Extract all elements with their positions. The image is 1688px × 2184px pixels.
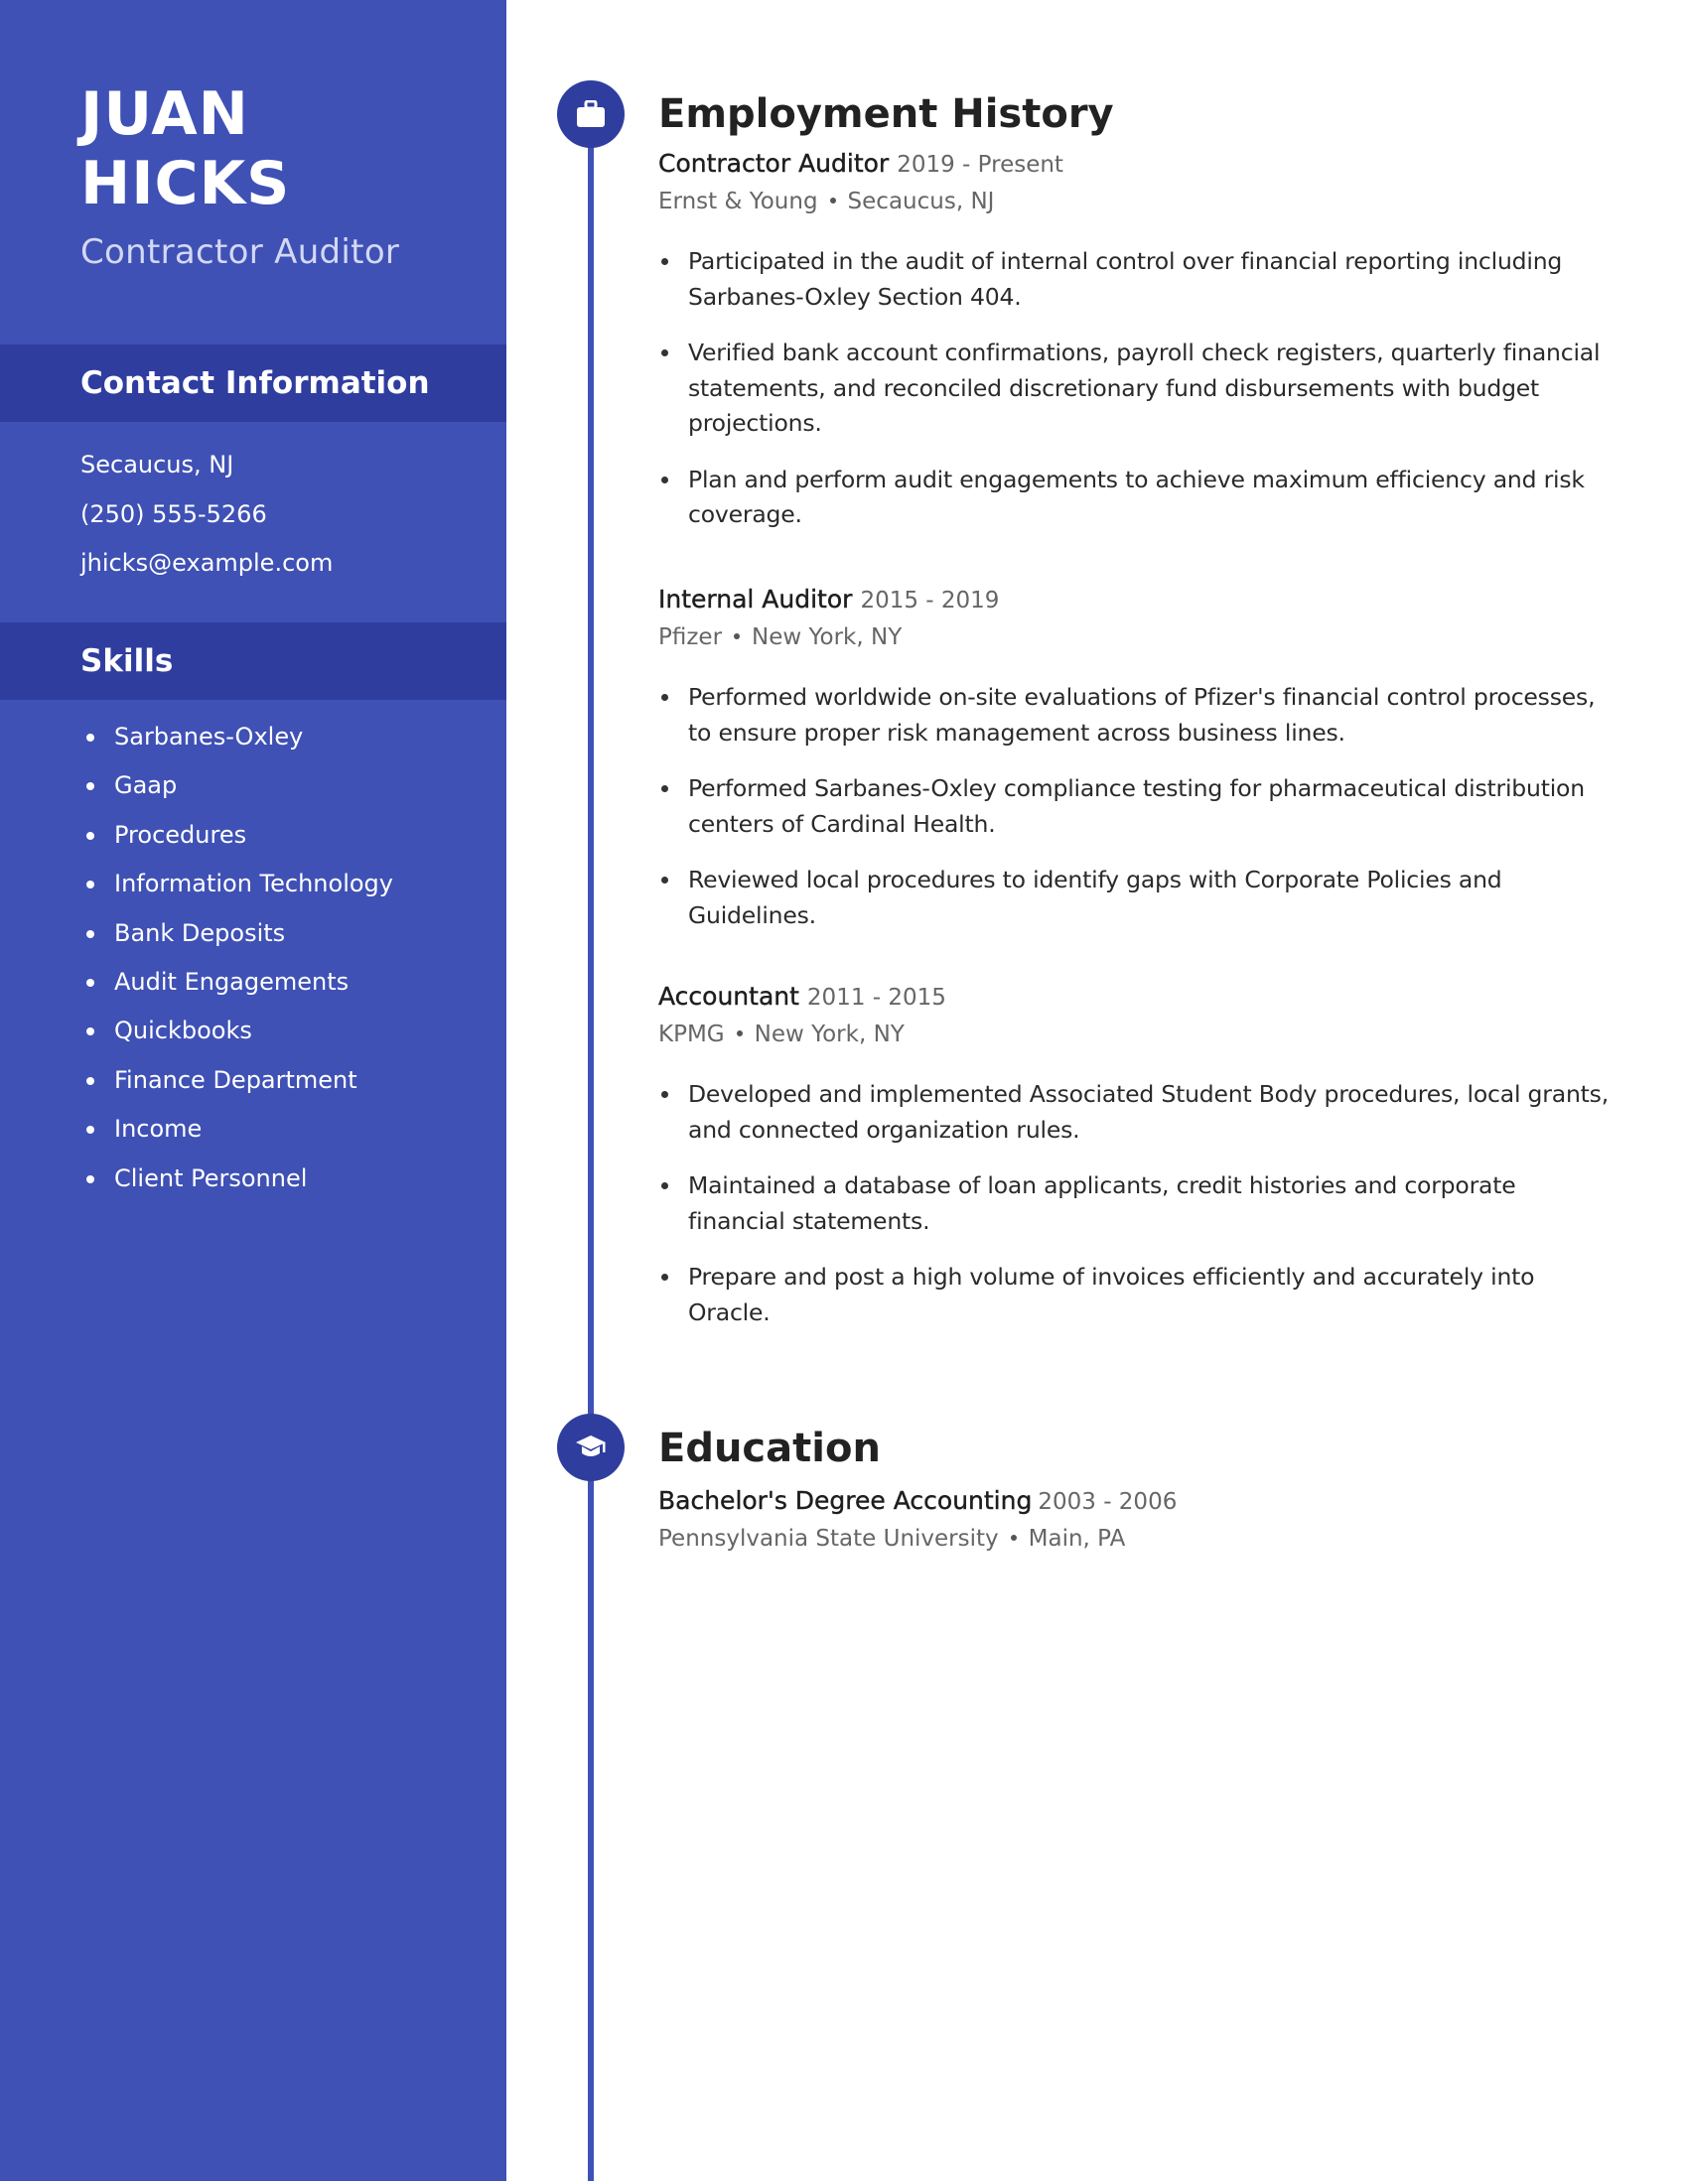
job-bullet: Maintained a database of loan applicants…: [658, 1168, 1612, 1239]
job-bullet: Plan and perform audit engagements to ac…: [658, 463, 1612, 533]
job-dates: 2015 - 2019: [860, 588, 1000, 614]
headline: Contractor Auditor: [80, 232, 400, 272]
first-name: JUAN: [80, 79, 249, 149]
skill-item: Sarbanes-Oxley: [80, 713, 393, 761]
contact-heading: Contact Information: [80, 365, 430, 401]
skills-list: Sarbanes-Oxley Gaap Procedures Informati…: [80, 713, 393, 1203]
school-location: Main, PA: [1028, 1526, 1126, 1552]
skill-item: Client Personnel: [80, 1155, 393, 1203]
separator-dot: [736, 1029, 743, 1036]
skill-item: Information Technology: [80, 860, 393, 908]
job-dates: 2019 - Present: [897, 152, 1063, 178]
skill-item: Audit Engagements: [80, 958, 393, 1007]
employment-timeline-marker: [557, 80, 625, 148]
job-meta: Pfizer New York, NY: [658, 618, 1612, 656]
job-bullet: Verified bank account confirmations, pay…: [658, 336, 1612, 442]
job-bullets: Participated in the audit of internal co…: [658, 244, 1612, 533]
separator-dot: [734, 632, 741, 639]
education-heading: Education: [658, 1426, 881, 1471]
job-title: Accountant: [658, 982, 799, 1011]
education-dates: 2003 - 2006: [1038, 1489, 1178, 1515]
last-name: HICKS: [80, 149, 291, 218]
education-meta: Pennsylvania State University Main, PA: [658, 1520, 1612, 1558]
contact-section-header: Contact Information: [0, 344, 506, 422]
contact-location: Secaucus, NJ: [80, 451, 234, 478]
job-entry: Accountant 2011 - 2015 KPMG New York, NY D…: [658, 979, 1612, 1351]
job-bullet: Reviewed local procedures to identify ga…: [658, 863, 1612, 933]
job-dates: 2011 - 2015: [806, 985, 946, 1011]
skill-item: Gaap: [80, 761, 393, 810]
contact-list: Secaucus, NJ (250) 555-5266 jhicks@examp…: [80, 441, 333, 589]
job-location: Secaucus, NJ: [847, 189, 995, 214]
job-bullet: Performed Sarbanes-Oxley compliance test…: [658, 771, 1612, 842]
job-bullets: Developed and implemented Associated Stu…: [658, 1077, 1612, 1330]
job-bullet: Developed and implemented Associated Stu…: [658, 1077, 1612, 1148]
job-company: KPMG: [658, 1022, 725, 1047]
job-bullet: Prepare and post a high volume of invoic…: [658, 1260, 1612, 1330]
contact-phone: (250) 555-5266: [80, 499, 267, 528]
skill-item: Income: [80, 1105, 393, 1154]
job-meta: KPMG New York, NY: [658, 1016, 1612, 1053]
job-title: Contractor Auditor: [658, 149, 890, 178]
job-bullet: Participated in the audit of internal co…: [658, 244, 1612, 315]
education-timeline-marker: [557, 1414, 625, 1481]
job-bullet: Performed worldwide on-site evaluations …: [658, 680, 1612, 751]
job-header: Accountant 2011 - 2015: [658, 979, 1612, 1016]
education-header: Bachelor's Degree Accounting 2003 - 2006: [658, 1483, 1612, 1520]
school-name: Pennsylvania State University: [658, 1526, 999, 1552]
separator-dot: [829, 197, 836, 204]
job-entry: Contractor Auditor 2019 - Present Ernst &…: [658, 146, 1612, 554]
job-location: New York, NY: [752, 624, 903, 650]
job-company: Pfizer: [658, 624, 723, 650]
job-header: Contractor Auditor 2019 - Present: [658, 146, 1612, 183]
job-bullets: Performed worldwide on-site evaluations …: [658, 680, 1612, 933]
job-title: Internal Auditor: [658, 585, 853, 614]
skill-item: Bank Deposits: [80, 909, 393, 958]
degree-title: Bachelor's Degree Accounting: [658, 1486, 1033, 1515]
separator-dot: [1010, 1534, 1017, 1541]
contact-email: jhicks@example.com: [80, 549, 334, 577]
education-entry: Bachelor's Degree Accounting 2003 - 2006 …: [658, 1483, 1612, 1558]
job-entry: Internal Auditor 2015 - 2019 Pfizer New Yo…: [658, 582, 1612, 954]
skill-item: Finance Department: [80, 1056, 393, 1105]
briefcase-icon: [577, 100, 605, 127]
employment-heading: Employment History: [658, 91, 1114, 137]
skill-item: Procedures: [80, 811, 393, 860]
graduation-cap-icon: [576, 1435, 606, 1456]
candidate-name: JUAN HICKS: [80, 79, 290, 218]
skills-heading: Skills: [80, 643, 174, 679]
timeline-line: [588, 114, 594, 2181]
sidebar: JUAN HICKS Contractor Auditor Contact In…: [0, 0, 506, 2181]
skills-section-header: Skills: [0, 622, 506, 700]
job-header: Internal Auditor 2015 - 2019: [658, 582, 1612, 618]
job-meta: Ernst & Young Secaucus, NJ: [658, 183, 1612, 220]
skill-item: Quickbooks: [80, 1007, 393, 1055]
job-location: New York, NY: [754, 1022, 905, 1047]
job-company: Ernst & Young: [658, 189, 818, 214]
